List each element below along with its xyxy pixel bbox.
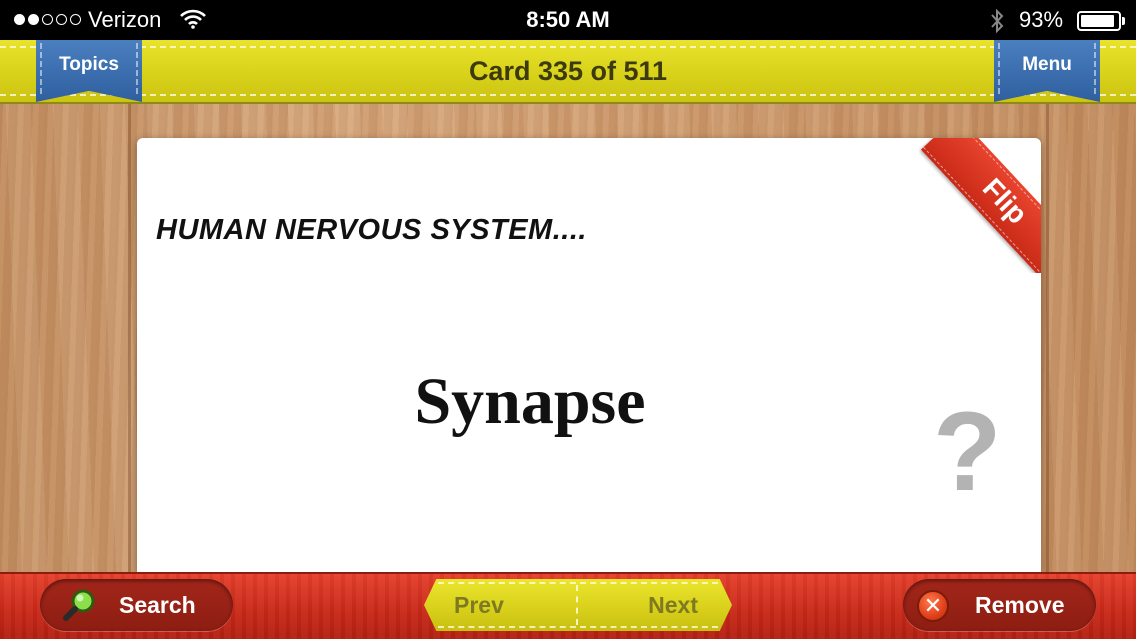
card-term: Synapse <box>414 365 646 438</box>
flip-corner[interactable]: Flip <box>919 138 1041 273</box>
question-mark-icon: ? <box>933 389 1002 514</box>
card-topic: HUMAN NERVOUS SYSTEM.... <box>156 214 587 246</box>
menu-label: Menu <box>1022 54 1072 75</box>
battery-level <box>1081 15 1115 27</box>
top-bar: Card 335 of 511 Topics Menu <box>0 40 1136 104</box>
menu-button[interactable]: Menu <box>994 40 1100 102</box>
flip-button[interactable]: Flip <box>920 138 1041 273</box>
stitching <box>0 46 1136 48</box>
clock: 8:50 AM <box>526 7 610 32</box>
stitching <box>0 94 1136 96</box>
search-icon <box>63 589 95 621</box>
topics-label: Topics <box>59 54 119 75</box>
battery-percent: 93% <box>1019 7 1064 32</box>
flip-label: Flip <box>976 172 1034 230</box>
prev-next-control: Prev Next <box>424 579 732 631</box>
bluetooth-icon <box>991 8 1004 34</box>
plank-seam <box>1046 104 1049 572</box>
close-icon: ✕ <box>917 590 949 622</box>
plank-seam <box>128 104 131 572</box>
nav-divider <box>576 585 578 625</box>
card-counter: Card 335 of 511 <box>468 56 668 86</box>
prev-button[interactable]: Prev <box>424 579 576 631</box>
battery-icon <box>1077 11 1121 31</box>
battery-tip <box>1122 17 1125 25</box>
topics-button[interactable]: Topics <box>36 40 142 102</box>
search-label: Search <box>119 592 196 618</box>
remove-button[interactable]: ✕ Remove <box>903 579 1096 631</box>
bottom-toolbar: Search Prev Next ✕ Remove <box>0 572 1136 639</box>
status-bar: Verizon 8:50 AM 93% <box>0 0 1136 40</box>
remove-label: Remove <box>975 592 1065 618</box>
flashcard[interactable]: HUMAN NERVOUS SYSTEM.... Synapse ? Flip <box>137 138 1041 572</box>
search-button[interactable]: Search <box>40 579 233 631</box>
next-button[interactable]: Next <box>578 579 730 631</box>
